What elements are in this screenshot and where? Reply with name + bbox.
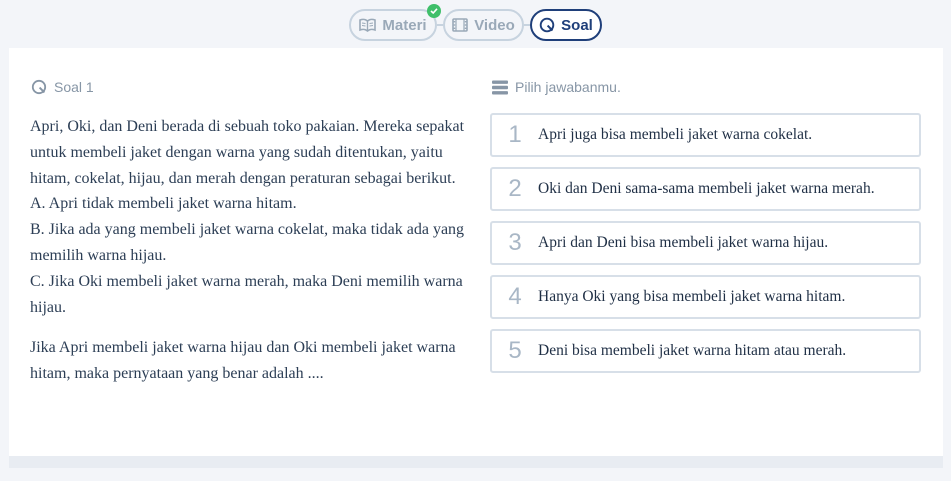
option-text: Apri juga bisa membeli jaket warna cokel… [538, 126, 813, 143]
tab-bar: Materi Video Soal [0, 0, 951, 48]
tab-video-label: Video [474, 16, 515, 34]
option-number: 5 [508, 337, 522, 364]
list-icon [492, 80, 508, 95]
card-footer-band [9, 456, 943, 468]
answer-options: 1 Apri juga bisa membeli jaket warna cok… [490, 113, 921, 383]
question-text: Apri, Oki, dan Deni berada di sebuah tok… [30, 114, 470, 387]
answer-option-4[interactable]: 4 Hanya Oki yang bisa membeli jaket warn… [490, 275, 921, 319]
answer-option-3[interactable]: 3 Apri dan Deni bisa membeli jaket warna… [490, 221, 921, 265]
answers-header: Pilih jawabanmu. [492, 79, 621, 95]
option-number: 4 [508, 283, 522, 310]
answer-option-1[interactable]: 1 Apri juga bisa membeli jaket warna cok… [490, 113, 921, 157]
check-icon [427, 4, 441, 18]
option-text: Hanya Oki yang bisa membeli jaket warna … [538, 288, 846, 305]
option-text: Apri dan Deni bisa membeli jaket warna h… [538, 234, 829, 251]
option-number: 2 [508, 175, 522, 202]
question-icon [539, 17, 555, 33]
tab-soal[interactable]: Soal [530, 9, 602, 41]
question-header: Soal 1 [31, 79, 94, 95]
answer-option-2[interactable]: 2 Oki dan Deni sama-sama membeli jaket w… [490, 167, 921, 211]
tab-materi-label: Materi [382, 16, 427, 34]
question-header-label: Soal 1 [54, 79, 94, 95]
question-rule: A. Apri tidak membeli jaket warna hitam. [30, 195, 297, 213]
option-number: 1 [508, 121, 522, 148]
tab-soal-label: Soal [561, 16, 593, 34]
question-paragraph: Apri, Oki, dan Deni berada di sebuah tok… [30, 118, 465, 187]
tab-video[interactable]: Video [443, 9, 524, 41]
question-icon [31, 79, 47, 95]
question-rule: C. Jika Oki membeli jaket warna merah, m… [30, 272, 463, 316]
tab-materi[interactable]: Materi [349, 4, 441, 41]
question-card: Soal 1 Apri, Oki, dan Deni berada di seb… [9, 48, 943, 456]
option-text: Oki dan Deni sama-sama membeli jaket war… [538, 180, 875, 197]
book-icon [359, 18, 377, 32]
film-icon [452, 18, 469, 32]
answer-option-5[interactable]: 5 Deni bisa membeli jaket warna hitam at… [490, 329, 921, 373]
answers-header-label: Pilih jawabanmu. [515, 79, 621, 95]
tabs: Materi Video Soal [349, 4, 602, 41]
question-rule: B. Jika ada yang membeli jaket warna cok… [30, 221, 465, 264]
option-number: 3 [508, 229, 522, 256]
option-text: Deni bisa membeli jaket warna hitam atau… [538, 342, 847, 359]
question-prompt: Jika Apri membeli jaket warna hijau dan … [30, 339, 456, 383]
